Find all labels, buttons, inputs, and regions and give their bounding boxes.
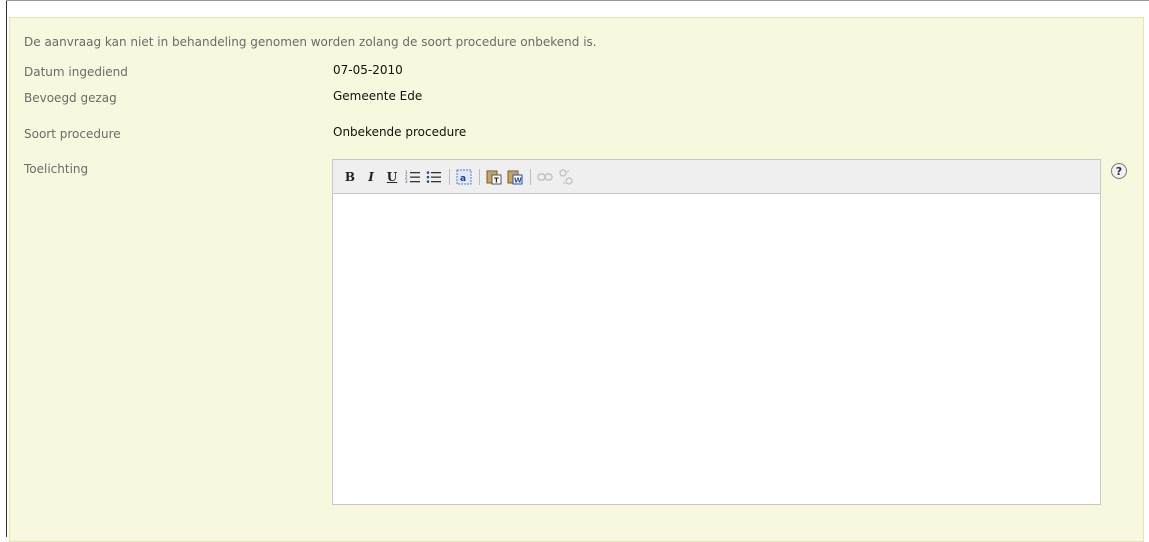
toolbar-separator: [530, 168, 531, 185]
paste-word-icon[interactable]: W: [507, 168, 523, 186]
select-all-icon[interactable]: a: [456, 168, 472, 186]
label-soort-procedure: Soort procedure: [24, 127, 121, 141]
label-bevoegd-gezag: Bevoegd gezag: [24, 91, 117, 105]
svg-text:W: W: [514, 176, 522, 184]
svg-text:3: 3: [405, 179, 408, 184]
ordered-list-icon[interactable]: 1 2 3: [405, 168, 421, 186]
unordered-list-icon[interactable]: [426, 168, 442, 186]
procedure-notice: De aanvraag kan niet in behandeling geno…: [24, 35, 597, 49]
window-border-top: [6, 0, 1149, 1]
bold-icon[interactable]: B: [342, 168, 358, 186]
unlink-icon[interactable]: [558, 168, 574, 186]
toelichting-editor: B I U 1 2 3 a T W: [332, 159, 1101, 505]
value-soort-procedure: Onbekende procedure: [333, 125, 467, 139]
underline-icon[interactable]: U: [384, 168, 400, 186]
editor-toolbar: B I U 1 2 3 a T W: [333, 160, 1100, 194]
label-datum-ingediend: Datum ingediend: [24, 65, 128, 79]
svg-text:T: T: [494, 176, 499, 184]
link-icon[interactable]: [537, 168, 553, 186]
value-bevoegd-gezag: Gemeente Ede: [333, 89, 423, 103]
paste-text-icon[interactable]: T: [486, 168, 502, 186]
toelichting-textarea[interactable]: [333, 194, 1100, 504]
italic-icon[interactable]: I: [363, 168, 379, 186]
toolbar-separator: [479, 168, 480, 185]
toolbar-separator: [449, 168, 450, 185]
label-toelichting: Toelichting: [24, 162, 89, 176]
help-icon[interactable]: ?: [1111, 163, 1127, 179]
svg-text:a: a: [460, 174, 466, 184]
window-border-left: [6, 0, 7, 537]
value-datum-ingediend: 07-05-2010: [333, 63, 403, 77]
